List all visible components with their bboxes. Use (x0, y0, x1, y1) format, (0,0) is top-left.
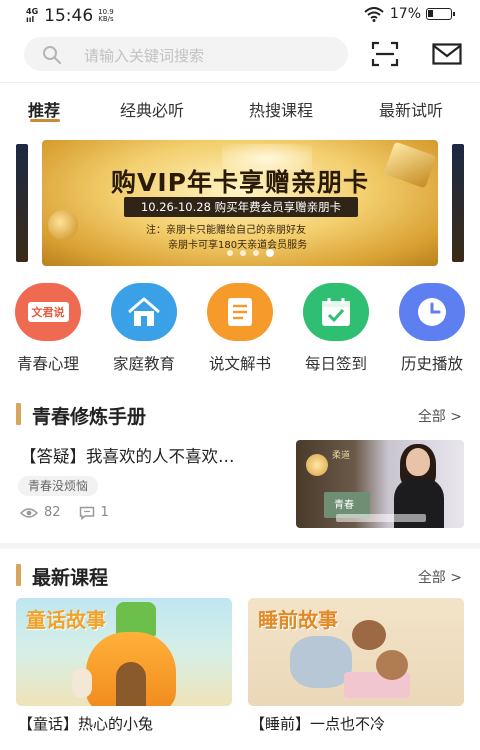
category-label: 青春心理 (16, 355, 79, 373)
battery-percent: 17% (389, 6, 421, 22)
mail-icon[interactable] (432, 43, 462, 65)
thumb-sign-text: 青春 (334, 500, 354, 511)
section-title-youth: 青春修炼手册 (32, 406, 147, 428)
tab-recommend[interactable]: 推荐 (28, 97, 60, 121)
status-left: 4G ııl 15:46 10.9 KB/s (26, 6, 114, 26)
comment-count: 1 (100, 505, 109, 520)
active-tab-indicator (30, 119, 60, 122)
section-more-link[interactable]: 全部 > (418, 567, 462, 587)
tab-latest-trial[interactable]: 最新试听 (379, 97, 443, 121)
status-bar: 4G ııl 15:46 10.9 KB/s 17% (0, 0, 480, 30)
rabbit-illustration (72, 668, 92, 698)
banner-note-2: 亲朋卡可享180天亲道会员服务 (168, 240, 308, 251)
lamp-illustration (306, 454, 328, 476)
article-tag[interactable]: 青春没烦恼 (18, 476, 99, 496)
bear-illustration (376, 650, 408, 680)
eye-icon (20, 507, 38, 518)
network-indicator: 4G ııl (26, 8, 38, 24)
thumb-text: 柔道 (332, 451, 351, 461)
signal-icon: ııl (26, 15, 35, 24)
search-bar[interactable]: 请输入关键词搜索 (24, 37, 348, 71)
text-badge-icon: 文君说 (15, 283, 81, 341)
badge-text: 文君说 (27, 302, 69, 322)
category-label: 每日签到 (304, 355, 367, 373)
category-history[interactable]: 历史播放 (384, 283, 480, 374)
wifi-icon (364, 6, 384, 22)
section-accent-bar (16, 564, 21, 586)
status-right: 17% (364, 6, 455, 22)
banner-subtitle: 10.26-10.28 购买年费会员享赠亲朋卡 (124, 197, 358, 217)
course-title[interactable]: 【睡前】一点也不冷 (250, 713, 385, 734)
course-thumbnail-bedtime[interactable]: 睡前故事 (248, 598, 464, 706)
category-daily-checkin[interactable]: 每日签到 (288, 283, 384, 374)
article-meta: 82 1 (20, 505, 109, 520)
carousel-dot (240, 250, 246, 256)
search-icon (43, 46, 62, 65)
section-divider (0, 543, 480, 549)
carrot-leaf (116, 602, 156, 636)
battery-icon (426, 8, 455, 20)
view-count: 82 (44, 505, 61, 520)
carrot-door (116, 662, 146, 706)
banner-title: 购VIP年卡享赠亲朋卡 (111, 168, 369, 197)
section-accent-bar (16, 403, 21, 425)
clock-icon (399, 283, 465, 341)
course-image-label: 童话故事 (26, 608, 106, 632)
banner-note-1: 注：亲朋卡只能赠给自己的亲朋好友 (146, 225, 306, 236)
course-image-label: 睡前故事 (258, 608, 338, 632)
tab-hot-courses[interactable]: 热搜课程 (249, 97, 313, 121)
house-icon (111, 283, 177, 341)
promo-banner[interactable]: 购VIP年卡享赠亲朋卡 10.26-10.28 购买年费会员享赠亲朋卡 注：亲朋… (42, 140, 438, 266)
course-title[interactable]: 【童话】热心的小兔 (18, 713, 153, 734)
category-family-education[interactable]: 家庭教育 (96, 283, 192, 374)
bear-illustration (352, 620, 386, 650)
header-divider (0, 82, 480, 83)
section-more-link[interactable]: 全部 > (418, 406, 462, 426)
course-thumbnail-fairy-tale[interactable]: 童话故事 (16, 598, 232, 706)
category-shuowen[interactable]: 说文解书 (192, 283, 288, 374)
document-icon (207, 283, 273, 341)
presenter-face (406, 448, 430, 476)
carousel-dot (253, 250, 259, 256)
category-youth-psychology[interactable]: 文君说 青春心理 (0, 283, 96, 374)
video-caption (336, 514, 426, 522)
banner-next-peek[interactable] (452, 144, 464, 262)
banner-prev-peek[interactable] (16, 144, 28, 262)
comment-icon (79, 506, 94, 520)
category-label: 家庭教育 (112, 355, 175, 373)
calendar-check-icon (303, 283, 369, 341)
section-title-latest: 最新课程 (32, 567, 109, 589)
tab-classic[interactable]: 经典必听 (120, 97, 184, 121)
article-title[interactable]: 【答疑】我喜欢的人不喜欢… (20, 443, 290, 467)
hippo-illustration (290, 636, 352, 688)
coin-decoration (48, 210, 78, 240)
carousel-dot-active (266, 249, 274, 257)
carousel-dot (227, 250, 233, 256)
scan-icon[interactable] (371, 41, 399, 67)
net-speed-unit: KB/s (98, 15, 114, 23)
category-label: 历史播放 (400, 355, 463, 373)
clock: 15:46 (44, 6, 94, 26)
search-placeholder: 请输入关键词搜索 (84, 47, 205, 65)
category-label: 说文解书 (208, 355, 271, 373)
article-thumbnail[interactable]: 柔道 青春 (296, 440, 464, 528)
net-speed: 10.9 KB/s (98, 9, 114, 23)
carousel-dots (227, 249, 281, 257)
